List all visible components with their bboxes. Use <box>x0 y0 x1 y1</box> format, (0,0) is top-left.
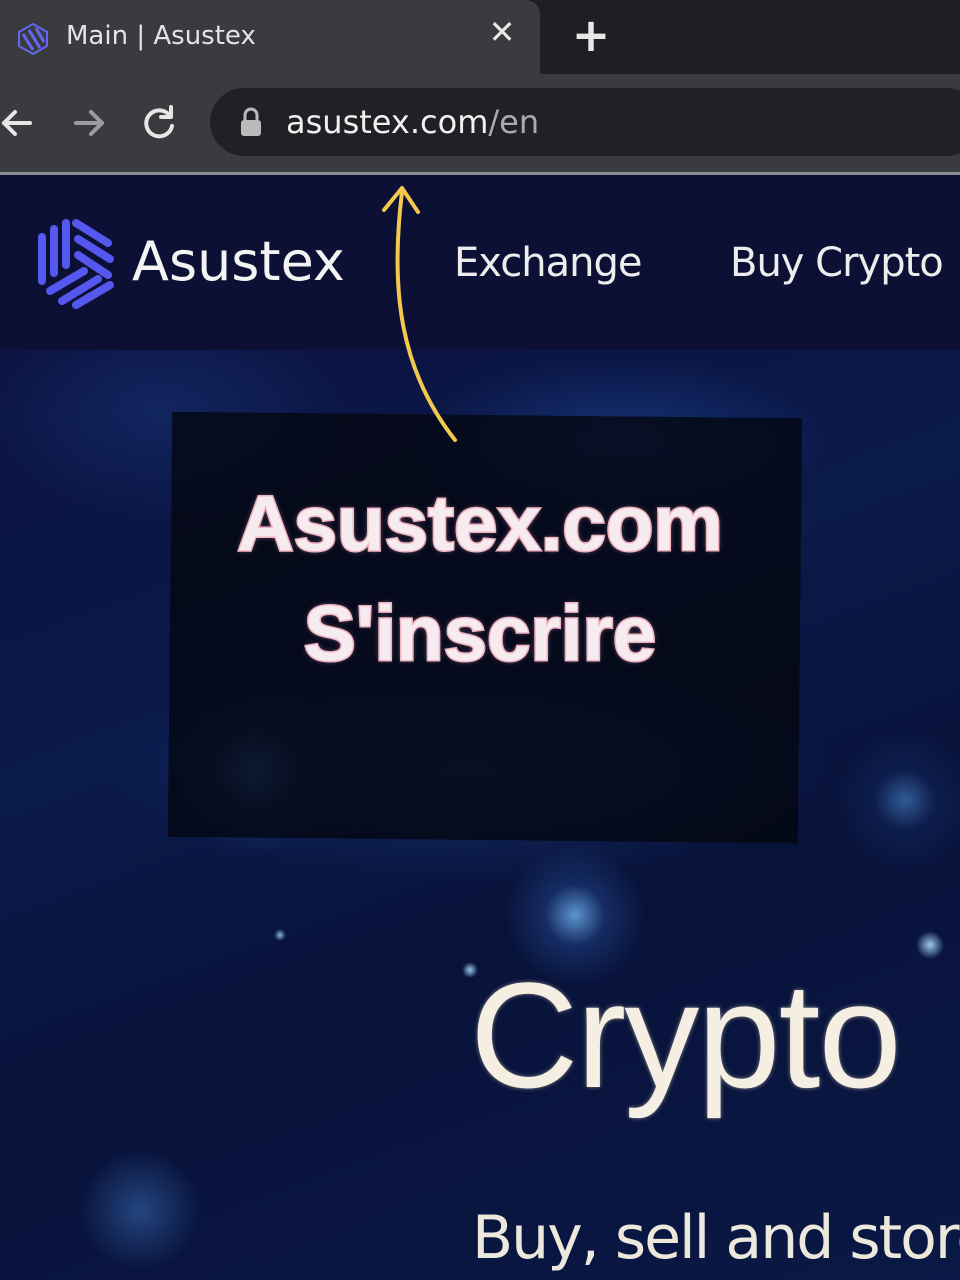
back-arrow-icon[interactable] <box>0 100 42 146</box>
url-text[interactable]: asustex.com/en <box>286 100 539 144</box>
address-bar[interactable]: asustex.com/en <box>210 88 960 156</box>
overlay-caption-line-1: Asustex.com <box>236 478 725 569</box>
browser-tabbar: Main | Asustex ✕ + <box>0 0 960 78</box>
logo-text[interactable]: Asustex <box>132 227 345 297</box>
annotation-arrow-icon <box>382 186 457 442</box>
browser-toolbar: asustex.com/en <box>0 74 960 175</box>
asustex-logo-icon[interactable] <box>32 215 118 309</box>
overlay-caption-line-2: S'inscrire <box>302 588 657 679</box>
screen: Main | Asustex ✕ + asustex.com/en Asuste… <box>0 0 960 1280</box>
browser-tab[interactable]: Main | Asustex ✕ <box>0 0 540 78</box>
hero-subtitle: Buy, sell and store <box>472 1203 960 1273</box>
tab-title: Main | Asustex <box>66 21 256 51</box>
close-icon[interactable]: ✕ <box>484 14 520 50</box>
reload-icon[interactable] <box>136 100 182 146</box>
lock-icon[interactable] <box>238 106 264 138</box>
site-header: Asustex Exchange Buy Crypto <box>0 175 960 350</box>
url-host: asustex.com <box>286 103 489 141</box>
hero-title: Crypto <box>470 951 902 1119</box>
nav-exchange-link[interactable]: Exchange <box>454 235 642 291</box>
forward-arrow-icon[interactable] <box>66 100 112 146</box>
url-path: /en <box>488 103 540 141</box>
plus-icon[interactable]: + <box>566 10 616 60</box>
nav-buy-crypto-link[interactable]: Buy Crypto <box>730 235 944 291</box>
asustex-favicon-icon <box>18 22 48 56</box>
